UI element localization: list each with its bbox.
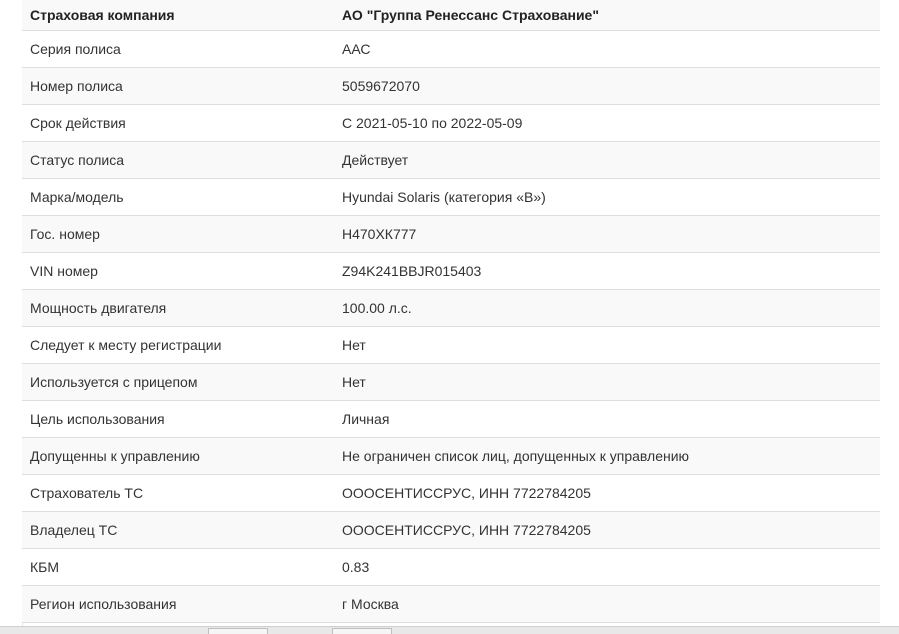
row-value: ОООСЕНТИССРУС, ИНН 7722784205 <box>334 474 880 512</box>
row-value: Нет <box>334 363 880 401</box>
row-label: VIN номер <box>22 252 334 290</box>
row-label: Используется с прицепом <box>22 363 334 401</box>
row-label: Мощность двигателя <box>22 289 334 327</box>
row-label: Допущенны к управлению <box>22 437 334 475</box>
row-label: КБМ <box>22 548 334 586</box>
row-label: Регион использования <box>22 585 334 623</box>
table-row: Следует к месту регистрации Нет <box>22 326 880 364</box>
table-row: Регион использования г Москва <box>22 585 880 623</box>
table-row: КБМ 0.83 <box>22 548 880 586</box>
table-row: Используется с прицепом Нет <box>22 363 880 401</box>
row-label: Страхователь ТС <box>22 474 334 512</box>
table-row: Гос. номер Н470ХК777 <box>22 215 880 253</box>
table-row: Цель использования Личная <box>22 400 880 438</box>
row-value: г Москва <box>334 585 880 623</box>
row-label: Номер полиса <box>22 67 334 105</box>
row-value: Hyundai Solaris (категория «B») <box>334 178 880 216</box>
row-value: 100.00 л.с. <box>334 289 880 327</box>
table-row: Серия полиса ААС <box>22 30 880 68</box>
row-value: Не ограничен список лиц, допущенных к уп… <box>334 437 880 475</box>
table-row: Срок действия С 2021-05-10 по 2022-05-09 <box>22 104 880 142</box>
scrollbar-thumb[interactable] <box>332 628 392 634</box>
table-row: Статус полиса Действует <box>22 141 880 179</box>
row-value: 0.83 <box>334 548 880 586</box>
row-value: ОООСЕНТИССРУС, ИНН 7722784205 <box>334 511 880 549</box>
table-row: VIN номер Z94K241BBJR015403 <box>22 252 880 290</box>
table-row: Страхователь ТС ОООСЕНТИССРУС, ИНН 77227… <box>22 474 880 512</box>
table-header-row: Страховая компания АО "Группа Ренессанс … <box>22 0 880 31</box>
row-label: Цель использования <box>22 400 334 438</box>
insurer-label: Страховая компания <box>22 0 334 31</box>
row-label: Серия полиса <box>22 30 334 68</box>
row-label: Следует к месту регистрации <box>22 326 334 364</box>
row-value: С 2021-05-10 по 2022-05-09 <box>334 104 880 142</box>
row-value: Личная <box>334 400 880 438</box>
row-label: Статус полиса <box>22 141 334 179</box>
policy-info-table: Страховая компания АО "Группа Ренессанс … <box>22 0 880 623</box>
row-value: 5059672070 <box>334 67 880 105</box>
row-value: Действует <box>334 141 880 179</box>
row-label: Гос. номер <box>22 215 334 253</box>
row-label: Марка/модель <box>22 178 334 216</box>
table-row: Владелец ТС ОООСЕНТИССРУС, ИНН 772278420… <box>22 511 880 549</box>
row-value: Нет <box>334 326 880 364</box>
table-row: Номер полиса 5059672070 <box>22 67 880 105</box>
table-row: Марка/модель Hyundai Solaris (категория … <box>22 178 880 216</box>
row-label: Срок действия <box>22 104 334 142</box>
scrollbar-thumb[interactable] <box>208 628 268 634</box>
table-row: Допущенны к управлению Не ограничен спис… <box>22 437 880 475</box>
insurer-value: АО "Группа Ренессанс Страхование" <box>334 0 880 31</box>
table-row: Мощность двигателя 100.00 л.с. <box>22 289 880 327</box>
right-margin <box>880 0 899 633</box>
row-label: Владелец ТС <box>22 511 334 549</box>
left-margin <box>0 0 23 633</box>
row-value: ААС <box>334 30 880 68</box>
row-value: Н470ХК777 <box>334 215 880 253</box>
row-value: Z94K241BBJR015403 <box>334 252 880 290</box>
